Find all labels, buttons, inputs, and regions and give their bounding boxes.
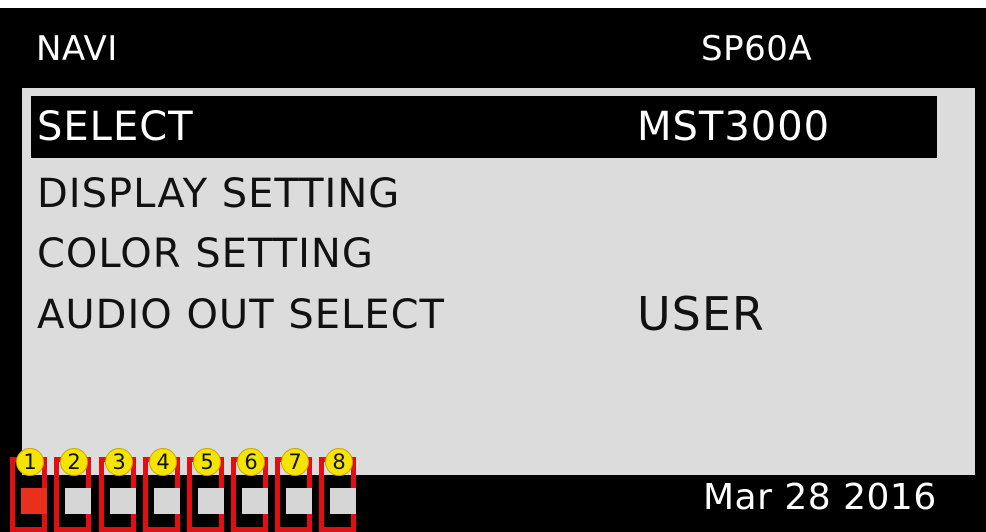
slot-indicator — [286, 488, 312, 514]
slot-number-badge: 2 — [60, 448, 88, 476]
slot-number-badge: 7 — [281, 448, 309, 476]
menu-item-value: MST3000 — [637, 104, 831, 150]
slot-indicator — [65, 488, 91, 514]
menu-item-select[interactable]: SELECT MST3000 — [31, 96, 937, 158]
slot-5[interactable]: 5 — [187, 448, 224, 532]
status-bar: 1 2 3 4 5 6 7 8 Mar 28 2016 — [0, 448, 986, 532]
slot-3[interactable]: 3 — [99, 448, 136, 532]
slot-number-badge: 5 — [193, 448, 221, 476]
header-bar: NAVI SP60A — [0, 8, 986, 86]
menu-item-display-setting[interactable]: DISPLAY SETTING — [22, 163, 975, 225]
slot-8[interactable]: 8 — [319, 448, 356, 532]
menu-item-value: USER — [637, 287, 765, 341]
slot-indicator — [198, 488, 224, 514]
slot-4[interactable]: 4 — [143, 448, 180, 532]
menu-item-label: COLOR SETTING — [37, 231, 374, 277]
slot-number-badge: 8 — [325, 448, 353, 476]
slot-indicator — [242, 488, 268, 514]
slot-number-badge: 6 — [237, 448, 265, 476]
osd-screen: NAVI SP60A SELECT MST3000 DISPLAY SETTIN… — [0, 8, 986, 532]
menu-panel: SELECT MST3000 DISPLAY SETTING COLOR SET… — [22, 88, 975, 475]
slot-1[interactable]: 1 — [10, 448, 47, 532]
slot-indicator — [110, 488, 136, 514]
date-display: Mar 28 2016 — [703, 477, 937, 518]
slot-number-badge: 4 — [149, 448, 177, 476]
menu-item-label: SELECT — [37, 104, 194, 150]
slot-6[interactable]: 6 — [231, 448, 268, 532]
menu-item-color-setting[interactable]: COLOR SETTING — [22, 223, 975, 285]
slot-2[interactable]: 2 — [54, 448, 91, 532]
slot-number-badge: 3 — [105, 448, 133, 476]
menu-title: NAVI — [36, 29, 118, 69]
slot-number-badge: 1 — [16, 448, 44, 476]
slot-7[interactable]: 7 — [275, 448, 312, 532]
slot-indicator — [21, 488, 47, 514]
menu-item-label: DISPLAY SETTING — [37, 171, 401, 217]
model-name: SP60A — [701, 29, 813, 69]
menu-item-audio-out-select[interactable]: AUDIO OUT SELECT USER — [22, 284, 975, 346]
slot-indicator — [154, 488, 180, 514]
slot-indicator — [330, 488, 356, 514]
menu-item-label: AUDIO OUT SELECT — [37, 292, 445, 338]
